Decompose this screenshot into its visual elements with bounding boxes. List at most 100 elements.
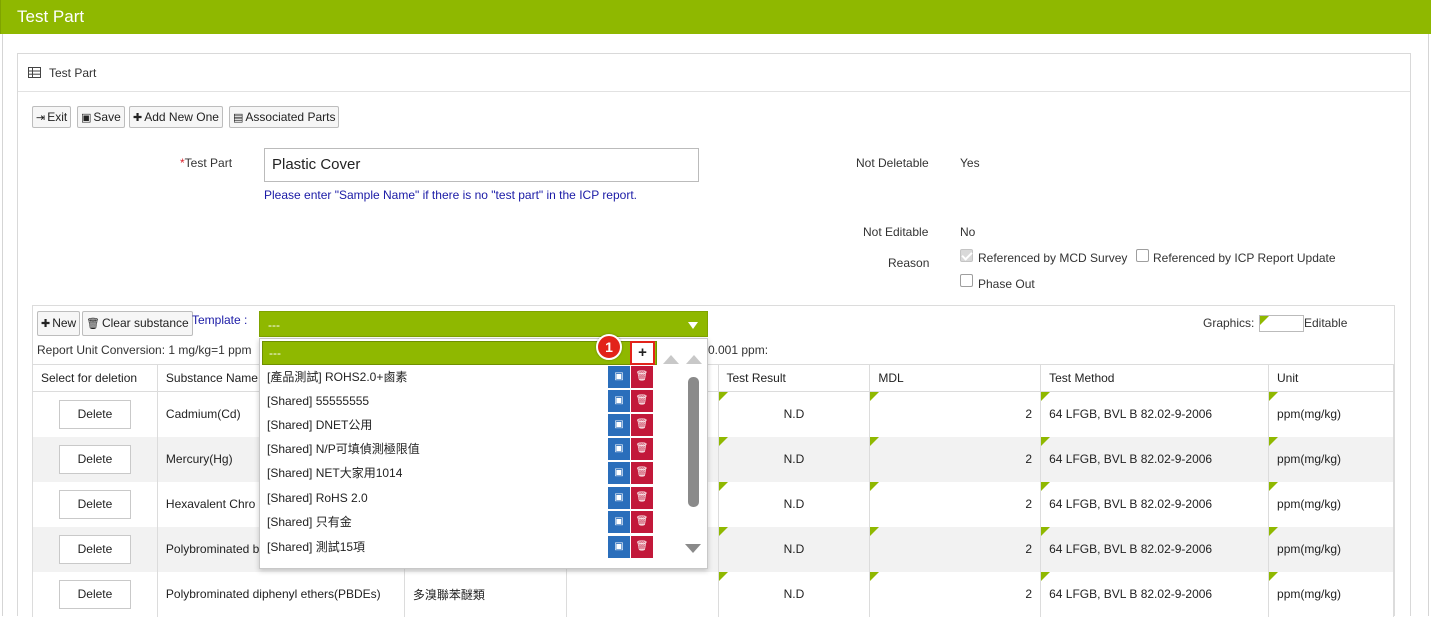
template-option[interactable]: [Shared] 測試15項 ▣ 🗑	[260, 535, 656, 559]
template-option-label: [Shared] DNET公用	[267, 418, 373, 432]
col-unit[interactable]: Unit	[1268, 364, 1394, 392]
unit-cell[interactable]: ppm(mg/kg)	[1268, 436, 1394, 482]
editable-legend-label: Editable	[1304, 316, 1348, 330]
scroll-up-icon[interactable]	[663, 355, 679, 364]
table-row: Delete Mercury(Hg) N.D 2 64 LFGB, BVL B …	[32, 436, 1394, 482]
save-template-icon[interactable]: ▣	[608, 438, 630, 460]
clear-substance-button[interactable]: 🗑 Clear substance	[82, 311, 193, 336]
test-method-cell[interactable]: 64 LFGB, BVL B 82.02-9-2006	[1040, 526, 1270, 572]
delete-template-icon[interactable]: 🗑	[631, 414, 653, 436]
delete-template-icon[interactable]: 🗑	[631, 390, 653, 412]
table-header-row: Select for deletion Substance Name Test …	[32, 364, 1394, 392]
panel-title: Test Part	[49, 66, 97, 80]
save-template-icon[interactable]: ▣	[608, 536, 630, 558]
template-option[interactable]: [Shared] DNET公用 ▣ 🗑	[260, 413, 656, 437]
unit-conversion-tail: 0.001 ppm:	[708, 343, 769, 357]
mdl-cell[interactable]: 2	[869, 571, 1042, 617]
unit-cell[interactable]: ppm(mg/kg)	[1268, 391, 1394, 437]
col-select-for-deletion[interactable]: Select for deletion	[32, 364, 158, 392]
reason-icp-checkbox[interactable]	[1136, 249, 1149, 262]
col-test-method[interactable]: Test Method	[1040, 364, 1270, 392]
add-new-one-button[interactable]: ✚ Add New One	[129, 106, 223, 128]
editable-legend-swatch	[1259, 315, 1304, 332]
template-option-label: [Shared] 只有金	[267, 515, 352, 529]
template-value: ---	[268, 318, 280, 332]
save-button[interactable]: ▣ Save	[77, 106, 125, 128]
unit-cell[interactable]: ppm(mg/kg)	[1268, 526, 1394, 572]
step-badge: 1	[596, 334, 622, 360]
unit-cell[interactable]: ppm(mg/kg)	[1268, 571, 1394, 617]
mdl-cell[interactable]: 2	[869, 526, 1042, 572]
associated-label: Associated Parts	[245, 110, 336, 124]
test-method-cell[interactable]: 64 LFGB, BVL B 82.02-9-2006	[1040, 391, 1270, 437]
scroll-up-icon[interactable]	[686, 355, 702, 364]
delete-template-icon[interactable]: 🗑	[631, 366, 653, 388]
test-part-hint: Please enter "Sample Name" if there is n…	[264, 188, 637, 202]
save-template-icon[interactable]: ▣	[608, 462, 630, 484]
save-template-icon[interactable]: ▣	[608, 511, 630, 533]
table-icon	[28, 67, 41, 78]
reason-mcd-label: Referenced by MCD Survey	[978, 251, 1128, 265]
delete-row-button[interactable]: Delete	[58, 534, 131, 564]
scroll-down-icon[interactable]	[685, 544, 701, 553]
unit-conversion-text: Report Unit Conversion: 1 mg/kg=1 ppm	[37, 343, 252, 357]
template-select[interactable]: ---	[259, 311, 708, 337]
mdl-cell[interactable]: 2	[869, 436, 1042, 482]
document-icon: ▤	[233, 112, 244, 124]
delete-row-button[interactable]: Delete	[58, 489, 131, 519]
dropdown-scrollbar[interactable]	[688, 377, 699, 507]
test-result-cell[interactable]: N.D	[717, 436, 871, 482]
test-method-cell[interactable]: 64 LFGB, BVL B 82.02-9-2006	[1040, 436, 1270, 482]
col-test-result[interactable]: Test Result	[717, 364, 871, 392]
test-method-cell[interactable]: 64 LFGB, BVL B 82.02-9-2006	[1040, 571, 1270, 617]
add-new-label: Add New One	[144, 110, 219, 124]
new-substance-button[interactable]: ✚ New	[37, 311, 81, 336]
add-template-button[interactable]: +	[630, 341, 655, 365]
test-result-cell[interactable]: N.D	[717, 481, 871, 527]
test-part-label: *Test Part	[180, 156, 232, 170]
template-option-label: [Shared] RoHS 2.0	[267, 491, 368, 505]
test-result-cell[interactable]: N.D	[717, 391, 871, 437]
col-mdl[interactable]: MDL	[869, 364, 1042, 392]
not-deletable-value: Yes	[960, 156, 980, 170]
exit-button[interactable]: ⇥ Exit	[32, 106, 72, 128]
test-result-cell[interactable]: N.D	[717, 571, 871, 617]
caret-down-icon	[688, 322, 698, 329]
template-option[interactable]: [Shared] 55555555 ▣ 🗑	[260, 389, 656, 413]
save-template-icon[interactable]: ▣	[608, 487, 630, 509]
save-template-icon[interactable]: ▣	[608, 414, 630, 436]
delete-row-button[interactable]: Delete	[58, 399, 131, 429]
template-option[interactable]: [產品測試] ROHS2.0+鹵素 ▣ 🗑	[260, 365, 656, 389]
save-template-icon[interactable]: ▣	[608, 366, 630, 388]
delete-row-button[interactable]: Delete	[58, 444, 131, 474]
associated-parts-button[interactable]: ▤ Associated Parts	[229, 106, 340, 128]
test-result-cell[interactable]: N.D	[717, 526, 871, 572]
unit-cell[interactable]: ppm(mg/kg)	[1268, 481, 1394, 527]
alias-cell: 多溴聯苯醚類	[403, 571, 567, 617]
reason-label: Reason	[888, 256, 930, 270]
template-option-label: [Shared] 測試15項	[267, 540, 366, 554]
reason-mcd-checkbox[interactable]	[960, 249, 973, 262]
delete-row-button[interactable]: Delete	[58, 579, 131, 609]
delete-template-icon[interactable]: 🗑	[631, 462, 653, 484]
reason-phase-out-checkbox[interactable]	[960, 274, 973, 287]
table-row: Delete Polybrominated b N.D 2 64 LFGB, B…	[32, 526, 1394, 572]
trash-icon: 🗑	[86, 318, 100, 330]
template-option[interactable]: [Shared] RoHS 2.0 ▣ 🗑	[260, 486, 656, 510]
mdl-cell[interactable]: 2	[869, 391, 1042, 437]
test-part-input[interactable]: Plastic Cover	[264, 148, 699, 182]
delete-template-icon[interactable]: 🗑	[631, 487, 653, 509]
delete-template-icon[interactable]: 🗑	[631, 438, 653, 460]
template-option[interactable]: [Shared] NET大家用1014 ▣ 🗑	[260, 461, 656, 485]
table-row: Delete Hexavalent Chro N.D 2 64 LFGB, BV…	[32, 481, 1394, 527]
window-title: Test Part	[0, 0, 1431, 34]
delete-template-icon[interactable]: 🗑	[631, 511, 653, 533]
template-option[interactable]: [Shared] 只有金 ▣ 🗑	[260, 510, 656, 534]
save-template-icon[interactable]: ▣	[608, 390, 630, 412]
plus-icon: ✚	[41, 318, 51, 330]
mdl-cell[interactable]: 2	[869, 481, 1042, 527]
test-method-cell[interactable]: 64 LFGB, BVL B 82.02-9-2006	[1040, 481, 1270, 527]
graphics-label: Graphics:	[1203, 316, 1255, 330]
template-option[interactable]: [Shared] N/P可填偵測極限值 ▣ 🗑	[260, 437, 656, 461]
delete-template-icon[interactable]: 🗑	[631, 536, 653, 558]
